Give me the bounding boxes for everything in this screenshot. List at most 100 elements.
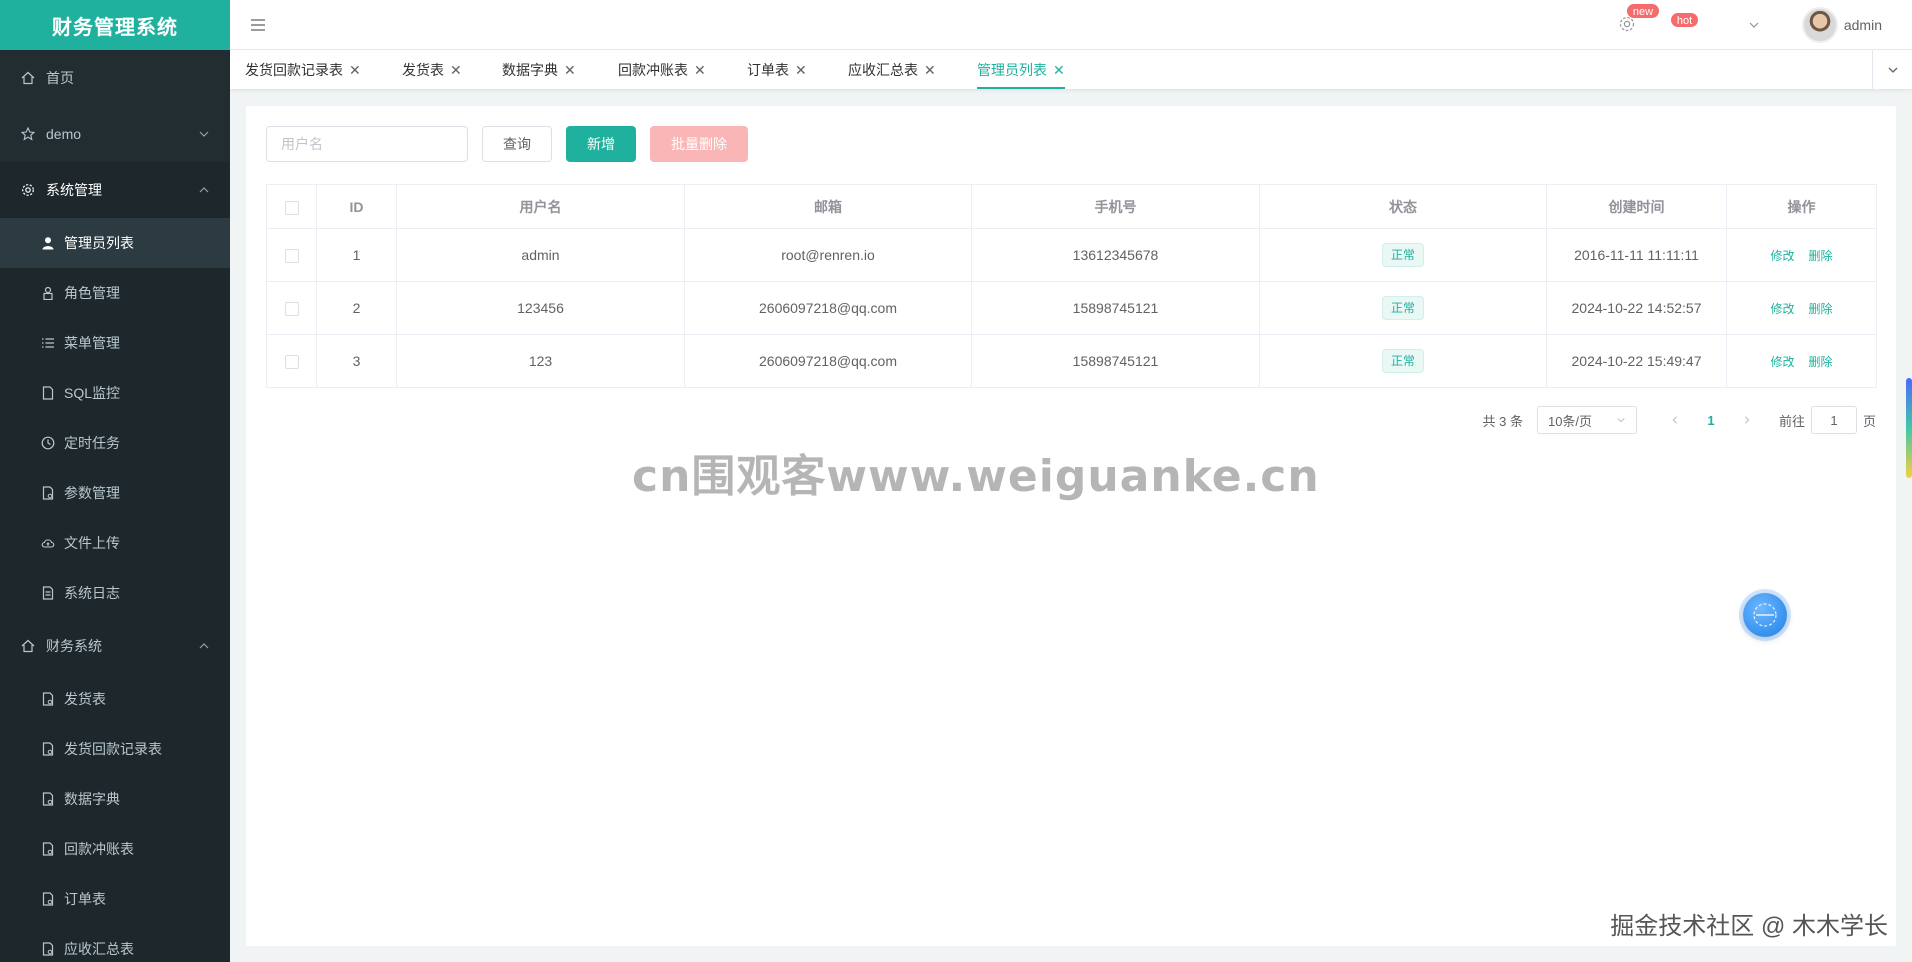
close-icon[interactable]: ✕: [694, 62, 706, 78]
goto-page-input[interactable]: [1810, 406, 1857, 434]
sidebar-item-orders[interactable]: 订单表: [0, 874, 230, 924]
sidebar-item-sql[interactable]: SQL监控: [0, 368, 230, 418]
tab-label: 发货回款记录表: [245, 62, 343, 78]
username[interactable]: admin: [1844, 17, 1882, 33]
tab-menu-button[interactable]: [1872, 50, 1912, 90]
sidebar-item-schedule[interactable]: 定时任务: [0, 418, 230, 468]
chevron-down-icon: [199, 131, 209, 137]
prev-page-button[interactable]: [1657, 413, 1693, 428]
close-icon[interactable]: ✕: [450, 62, 462, 78]
chevron-down-icon: [1888, 67, 1897, 73]
edit-link[interactable]: 修改: [1770, 355, 1794, 369]
select-all-checkbox[interactable]: [284, 200, 299, 215]
sidebar-item-label: 文件上传: [64, 535, 120, 551]
document-icon: [40, 385, 56, 401]
tab-receivables[interactable]: 应收汇总表 ✕: [848, 50, 936, 90]
gear-icon: [20, 182, 36, 198]
batch-delete-button[interactable]: 批量删除: [650, 126, 748, 162]
menu-finance[interactable]: 财务系统: [0, 618, 230, 674]
document-setting-icon: [40, 891, 56, 907]
sidebar-item-params[interactable]: 参数管理: [0, 468, 230, 518]
row-checkbox[interactable]: [284, 355, 299, 370]
tab-label: 订单表: [747, 62, 789, 78]
chevron-down-icon[interactable]: [1748, 19, 1760, 31]
admin-table: ID 用户名 邮箱 手机号 状态 创建时间 操作 1 admin root@re…: [266, 184, 1877, 388]
floating-assistant-button[interactable]: [1743, 593, 1787, 637]
sidebar-item-upload[interactable]: 文件上传: [0, 518, 230, 568]
cell-created: 2024-10-22 15:49:47: [1546, 334, 1727, 388]
page-number-current[interactable]: 1: [1693, 413, 1729, 428]
tab-shipment-payment[interactable]: 发货回款记录表 ✕: [245, 50, 361, 90]
menu-home[interactable]: 首页: [0, 50, 230, 106]
avatar[interactable]: [1801, 7, 1838, 43]
close-icon[interactable]: ✕: [349, 62, 361, 78]
scroll-indicator[interactable]: [1906, 378, 1912, 478]
menu-system-label: 系统管理: [46, 182, 102, 198]
menu-demo[interactable]: demo: [0, 106, 230, 162]
cell-username: 123: [396, 334, 685, 388]
username-search-input[interactable]: [266, 126, 468, 162]
cell-actions: 修改 删除: [1726, 334, 1877, 388]
cell-username: 123456: [396, 281, 685, 335]
cell-email: 2606097218@qq.com: [684, 281, 972, 335]
tab-shipment[interactable]: 发货表 ✕: [402, 50, 462, 90]
menu-toggle-icon[interactable]: [250, 17, 266, 33]
sidebar-item-shipment[interactable]: 发货表: [0, 674, 230, 724]
sidebar-item-menus[interactable]: 菜单管理: [0, 318, 230, 368]
watermark-center: cn围观客www.weiguanke.cn: [632, 451, 1320, 502]
sidebar-item-receivables[interactable]: 应收汇总表: [0, 924, 230, 962]
table-row: 1 admin root@renren.io 13612345678 正常 20…: [266, 228, 1877, 282]
sidebar-item-label: SQL监控: [64, 385, 121, 401]
table-header-row: ID 用户名 邮箱 手机号 状态 创建时间 操作: [266, 184, 1877, 229]
edit-link[interactable]: 修改: [1770, 302, 1794, 316]
cell-actions: 修改 删除: [1726, 281, 1877, 335]
chevron-down-icon: [1617, 417, 1625, 423]
close-icon[interactable]: ✕: [564, 62, 576, 78]
user-icon: [40, 235, 56, 251]
query-button[interactable]: 查询: [482, 126, 552, 162]
badge-new: new: [1625, 2, 1661, 19]
sidebar-item-writeoff[interactable]: 回款冲账表: [0, 824, 230, 874]
delete-link[interactable]: 删除: [1809, 355, 1833, 369]
tab-orders[interactable]: 订单表 ✕: [747, 50, 807, 90]
delete-link[interactable]: 删除: [1809, 249, 1833, 263]
sidebar-item-logs[interactable]: 系统日志: [0, 568, 230, 618]
document-icon: [40, 585, 56, 601]
close-icon[interactable]: ✕: [1053, 62, 1065, 78]
sidebar-item-label: 系统日志: [64, 585, 120, 601]
close-icon[interactable]: ✕: [795, 62, 807, 78]
tab-dictionary[interactable]: 数据字典 ✕: [502, 50, 576, 90]
next-page-button[interactable]: [1729, 413, 1765, 428]
cell-created: 2024-10-22 14:52:57: [1546, 281, 1727, 335]
sidebar-item-roles[interactable]: 角色管理: [0, 268, 230, 318]
row-checkbox[interactable]: [284, 249, 299, 264]
table-row: 3 123 2606097218@qq.com 15898745121 正常 2…: [266, 334, 1877, 388]
row-checkbox[interactable]: [284, 302, 299, 317]
add-button[interactable]: 新增: [566, 126, 636, 162]
hot-link[interactable]: hot: [1669, 12, 1700, 34]
column-header: 邮箱: [684, 184, 972, 229]
tab-writeoff[interactable]: 回款冲账表 ✕: [618, 50, 706, 90]
menu-finance-label: 财务系统: [46, 638, 102, 654]
tab-admin-list[interactable]: 管理员列表 ✕: [977, 50, 1065, 90]
cloud-upload-icon: [40, 535, 56, 551]
page-size-value: 10条/页: [1547, 413, 1593, 429]
sidebar-item-shipment-payment[interactable]: 发货回款记录表: [0, 724, 230, 774]
menu-system[interactable]: 系统管理: [0, 162, 230, 218]
home-icon: [20, 638, 36, 654]
sidebar-item-label: 发货表: [64, 691, 106, 707]
sidebar-item-dictionary[interactable]: 数据字典: [0, 774, 230, 824]
document-setting-icon: [40, 741, 56, 757]
goto-prefix: 前往: [1778, 413, 1805, 429]
tab-bar: 发货回款记录表 ✕ 发货表 ✕ 数据字典 ✕ 回款冲账表 ✕ 订单表 ✕ 应收汇总表 ✕ 管…: [230, 50, 1912, 90]
close-icon[interactable]: ✕: [924, 62, 936, 78]
edit-link[interactable]: 修改: [1770, 249, 1794, 263]
page-size-select[interactable]: 10条/页: [1536, 406, 1637, 434]
sidebar-item-admin-list[interactable]: 管理员列表: [0, 218, 230, 268]
settings-button[interactable]: new: [1618, 2, 1661, 36]
cell-status: 正常: [1259, 228, 1547, 282]
document-setting-icon: [40, 691, 56, 707]
sidebar-item-label: 应收汇总表: [64, 941, 134, 957]
delete-link[interactable]: 删除: [1809, 302, 1833, 316]
cell-id: 1: [316, 228, 397, 282]
